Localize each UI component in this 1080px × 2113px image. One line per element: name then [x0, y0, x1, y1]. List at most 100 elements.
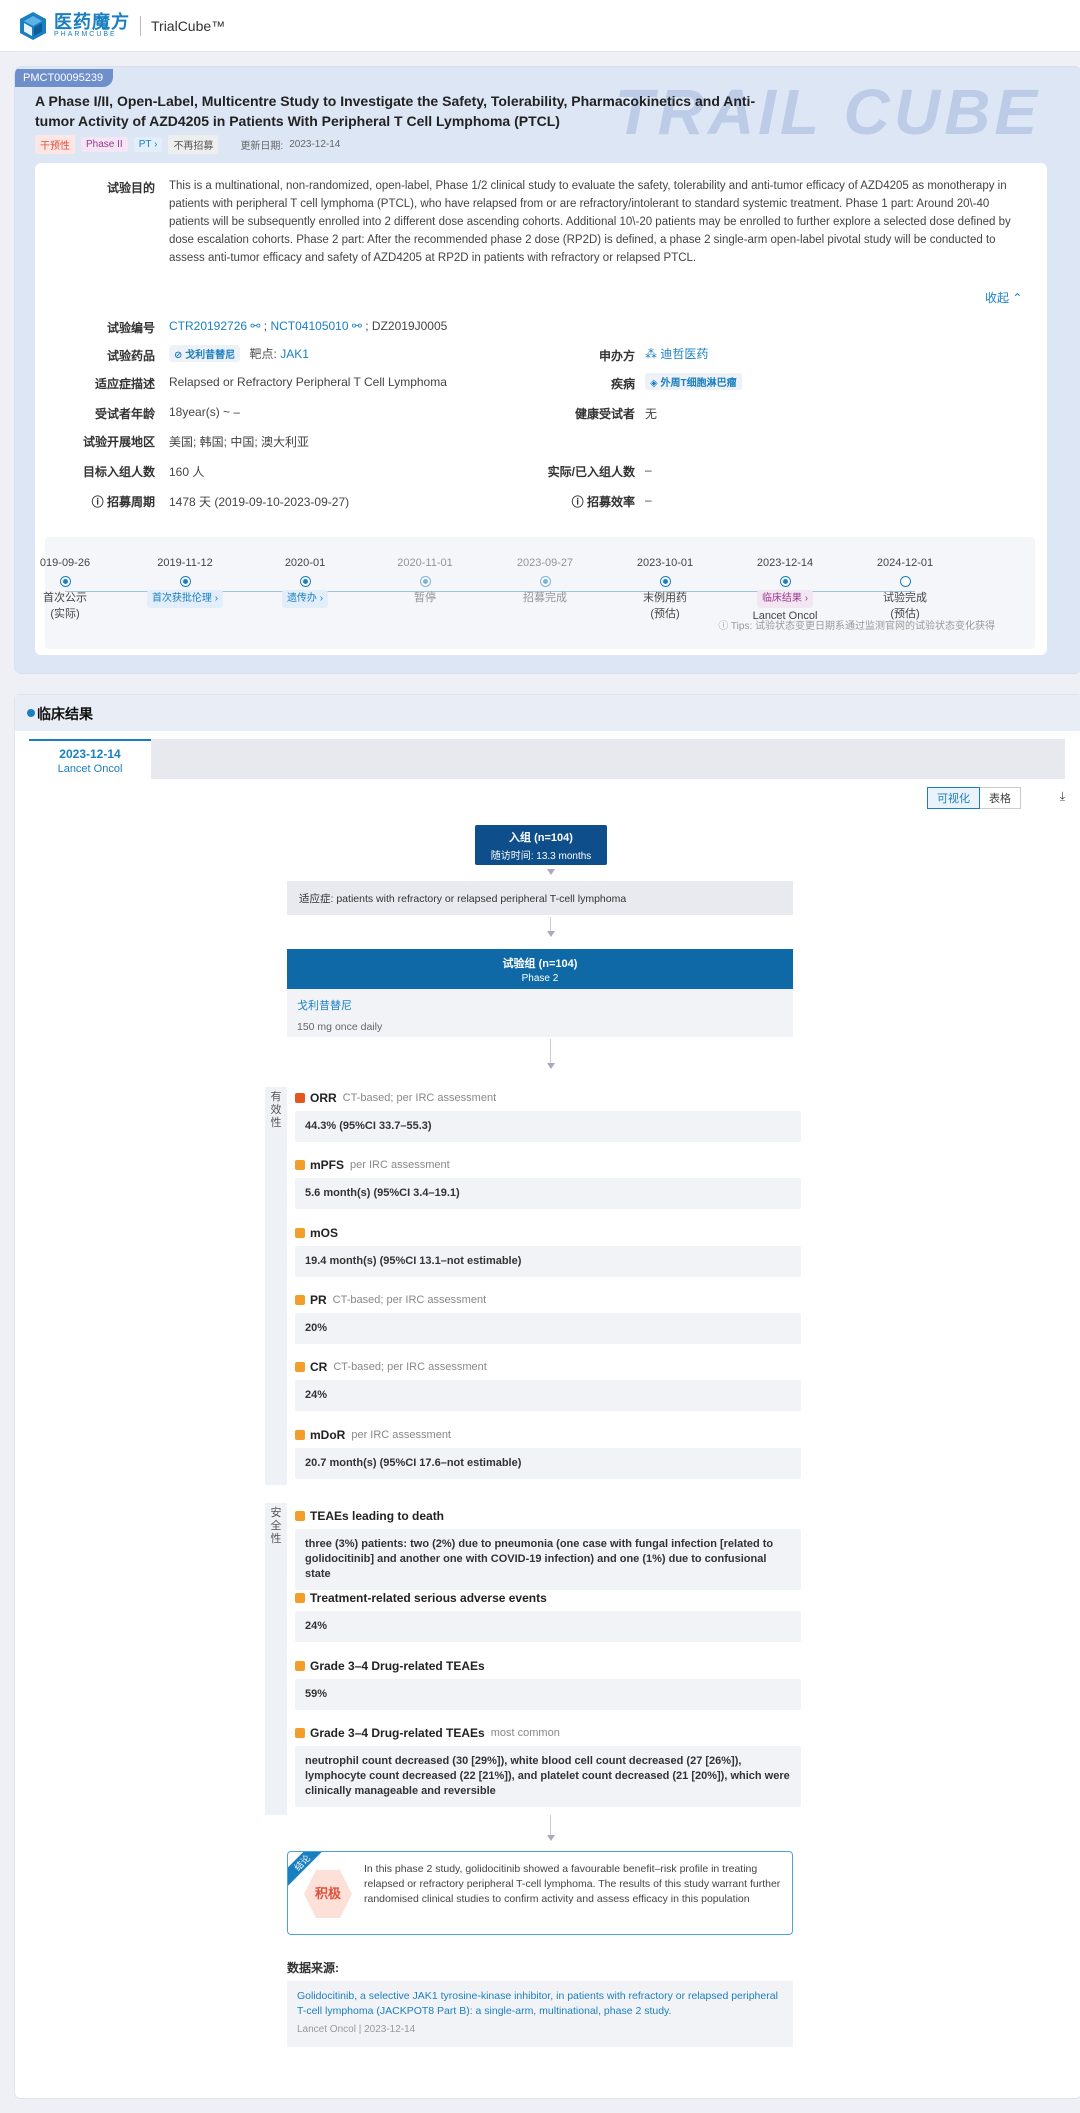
- timeline-item[interactable]: 2019-11-12 首次获批伦理 ›: [145, 557, 225, 608]
- arrow-down-icon: [547, 869, 555, 875]
- measure-note: CT-based; per IRC assessment: [333, 1361, 487, 1373]
- enroll-box: 入组 (n=104) 随访时间: 13.3 months: [475, 825, 607, 865]
- tag-phase: Phase II: [81, 137, 128, 152]
- timeline-item[interactable]: 2023-12-14 临床结果 › Lancet Oncol: [745, 557, 825, 624]
- measure-orr: ORR CT-based; per IRC assessment 44.3% (9…: [295, 1091, 801, 1142]
- product-name[interactable]: TrialCube™: [151, 18, 225, 34]
- indication-label: 适应症描述: [94, 377, 155, 391]
- timeline-chip[interactable]: 首次获批伦理 ›: [145, 590, 225, 608]
- healthy-label: 健康受试者: [574, 407, 635, 421]
- timeline-label: 试验完成: [883, 592, 927, 604]
- measure-name: mPFS: [310, 1158, 345, 1172]
- trial-id-badge: PMCT00095239: [15, 69, 114, 87]
- download-icon[interactable]: ⤓: [1060, 789, 1065, 804]
- measure-mpfs: mPFS per IRC assessment 5.6 month(s) (95%…: [295, 1158, 801, 1209]
- efficacy-label: 有效性: [265, 1087, 287, 1485]
- tag-interventional: 干预性: [35, 135, 75, 154]
- open-circle-icon: [900, 577, 910, 586]
- tab-journal: Lancet Oncol: [57, 763, 123, 775]
- source-label: 数据来源:: [287, 1961, 339, 1975]
- timeline-item: 2020-11-01 暂停: [385, 557, 465, 606]
- timeline-item: 2023-10-01 末例用药 (预估): [625, 557, 705, 622]
- age-value: 18year(s) ~ –: [169, 405, 241, 419]
- conclusion-box: 结论 积极 In this phase 2 study, golidocitin…: [287, 1851, 793, 1935]
- measure-value: 19.4 month(s) (95%CI 13.1–not estimable): [295, 1246, 801, 1277]
- view-table-button[interactable]: 表格: [980, 787, 1021, 809]
- safety-text: 安全性: [270, 1507, 282, 1545]
- pharmcube-logo-icon[interactable]: [18, 11, 48, 41]
- view-visual-button[interactable]: 可视化: [927, 787, 980, 809]
- tab-result[interactable]: 2023-12-14 Lancet Oncol: [29, 739, 151, 779]
- sponsor-value[interactable]: ⁂ 迪哲医药: [645, 345, 708, 362]
- indicator-icon: [295, 1093, 305, 1103]
- top-bar: 医药魔方 PHARMCUBE TrialCube™: [0, 0, 1080, 52]
- brand: 医药魔方 PHARMCUBE: [54, 13, 130, 38]
- link-icon: ⚯: [348, 319, 362, 333]
- disease-value[interactable]: ◈ 外周T细胞淋巴瘤: [645, 373, 742, 390]
- timeline-item: 019-09-26 首次公示 (实际): [25, 557, 105, 622]
- measure-header: Grade 3–4 Drug-related TEAEs most common: [295, 1726, 801, 1740]
- source-meta: Lancet Oncol | 2023-12-14: [297, 2024, 416, 2035]
- tag-pt[interactable]: PT ›: [133, 137, 163, 152]
- trial-tags: 干预性 Phase II PT › 不再招募 更新日期: 2023-12-14: [35, 135, 340, 154]
- measure-value: three (3%) patients: two (2%) due to pne…: [295, 1529, 801, 1590]
- timeline-chip[interactable]: 临床结果 ›: [745, 590, 825, 608]
- drug-chip[interactable]: ⊘ 戈利昔替尼: [169, 345, 241, 362]
- efficiency-label-wrap: ⓘ 招募效率: [505, 493, 635, 510]
- indicator-icon: [295, 1661, 305, 1671]
- check-icon: [300, 577, 310, 586]
- nct-link[interactable]: NCT04105010: [270, 319, 348, 333]
- healthy-value: 无: [645, 407, 658, 421]
- target-link[interactable]: JAK1: [280, 347, 309, 361]
- conclusion-text: In this phase 2 study, golidocitinib sho…: [364, 1863, 781, 1905]
- region-value: 美国; 韩国; 中国; 澳大利亚: [169, 435, 310, 449]
- indicator-icon: [295, 1511, 305, 1521]
- check-icon: [180, 577, 190, 586]
- help-icon[interactable]: ⓘ: [572, 495, 587, 509]
- measure-name: Grade 3–4 Drug-related TEAEs: [310, 1726, 485, 1740]
- arm-drug-link[interactable]: 戈利昔替尼: [297, 997, 783, 1013]
- brand-cn: 医药魔方: [54, 12, 130, 32]
- timeline-sub: (实际): [50, 608, 80, 620]
- indication-label: 适应症:: [299, 893, 334, 905]
- measure-name: ORR: [310, 1091, 337, 1105]
- measure-value: 24%: [295, 1380, 801, 1411]
- help-icon[interactable]: ⓘ: [92, 495, 107, 509]
- update-label: 更新日期:: [240, 141, 284, 152]
- timeline-item: 2023-09-27 招募完成: [505, 557, 585, 606]
- indicator-icon: [295, 1228, 305, 1238]
- divider: [140, 15, 141, 36]
- measure-header: CR CT-based; per IRC assessment: [295, 1360, 801, 1374]
- timeline-tips: ⓘ Tips: 试验状态变更日期系通过监测官网的试验状态变化获得: [718, 617, 995, 632]
- check-icon: [420, 577, 430, 586]
- indicator-icon: [295, 1160, 305, 1170]
- timeline-date: 2023-10-01: [636, 557, 694, 569]
- timeline-item: 2024-12-01 试验完成 (预估): [865, 557, 945, 622]
- measure-value: 59%: [295, 1679, 801, 1710]
- chevron-right-icon: ›: [154, 139, 158, 150]
- timeline-chip[interactable]: 遗传办 ›: [265, 590, 345, 608]
- measure-pr: PR CT-based; per IRC assessment 20%: [295, 1293, 801, 1344]
- ctr-link[interactable]: CTR20192726: [169, 319, 247, 333]
- disease-chip: ◈ 外周T细胞淋巴瘤: [645, 373, 742, 390]
- enroll-title: 入组 (n=104): [509, 832, 573, 844]
- timeline-label: 暂停: [414, 592, 436, 604]
- measure-grade34-common: Grade 3–4 Drug-related TEAEs most common …: [295, 1726, 801, 1807]
- measure-name: Treatment-related serious adverse events: [310, 1591, 547, 1605]
- collapse-link[interactable]: 收起 ⌃: [985, 289, 1022, 306]
- indication-text: patients with refractory or relapsed per…: [336, 893, 627, 905]
- actual-n-value: –: [645, 463, 652, 477]
- sponsor-name: 迪哲医药: [660, 347, 709, 361]
- measure-header: ORR CT-based; per IRC assessment: [295, 1091, 801, 1105]
- arrow-down-icon: [547, 1835, 555, 1841]
- section-header: 临床结果: [15, 695, 1080, 731]
- brand-en: PHARMCUBE: [54, 31, 117, 38]
- purpose-label: 试验目的: [106, 181, 155, 195]
- source-title-link[interactable]: Golidocitinib, a selective JAK1 tyrosine…: [297, 1989, 783, 2019]
- timeline-item[interactable]: 2020-01 遗传办 ›: [265, 557, 345, 608]
- clinical-results-card: 临床结果 2023-12-14 Lancet Oncol 可视化 表格 ⤓ 入组…: [14, 694, 1080, 2099]
- measure-value: 20%: [295, 1313, 801, 1344]
- measure-note: most common: [490, 1727, 560, 1739]
- age-label: 受试者年龄: [94, 407, 155, 421]
- actual-n-label: 实际/已入组人数: [547, 465, 635, 479]
